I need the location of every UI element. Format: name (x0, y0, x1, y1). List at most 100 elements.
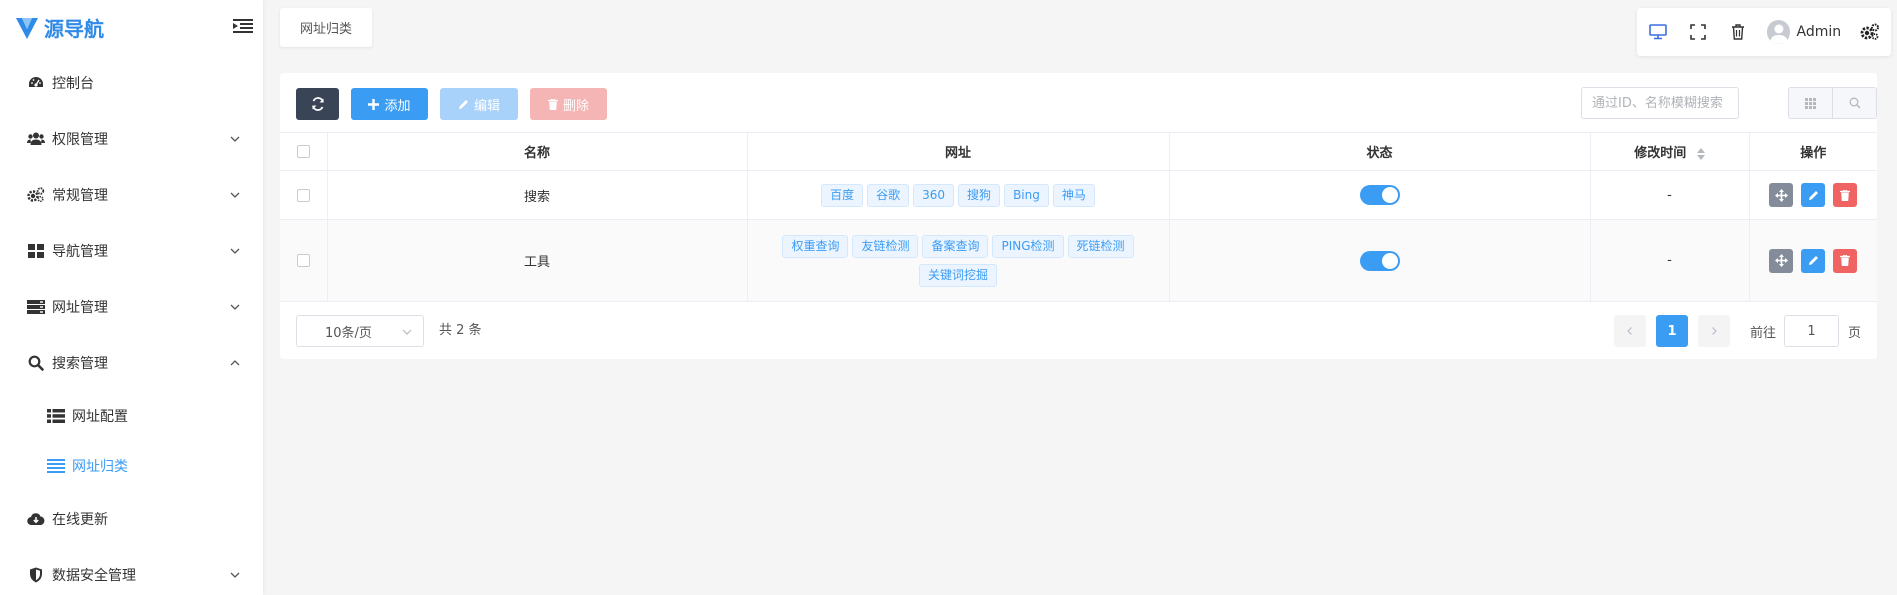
row-delete-button[interactable] (1833, 183, 1858, 207)
url-tag[interactable]: 死链检测 (1067, 234, 1134, 258)
desktop-icon[interactable] (1647, 21, 1669, 43)
column-header-label: 修改时间 (1634, 146, 1687, 161)
url-tag[interactable]: 360 (913, 183, 955, 207)
column-header: 名称 (327, 132, 748, 171)
chevron-down-icon (230, 136, 240, 142)
url-tag[interactable]: 友链检测 (852, 234, 919, 258)
fullscreen-icon[interactable] (1687, 21, 1709, 43)
drag-button[interactable] (1769, 183, 1794, 207)
pencil-icon (1808, 256, 1818, 265)
sidebar: 源导航 控制台 权限管理 常规管理 导航管理 网址管理 搜索管理 网址配置 网址… (0, 0, 263, 595)
url-tag[interactable]: Bing (1004, 183, 1049, 207)
chevron-right-icon (1712, 327, 1717, 335)
sidebar-item-navigation[interactable]: 导航管理 (0, 223, 263, 279)
url-tags-cell: 权重查询 友链检测 备案查询 PING检测 死链检测关键词挖掘 (747, 219, 1170, 302)
status-toggle[interactable] (1359, 250, 1400, 271)
modified-cell: - (1590, 219, 1750, 302)
sidebar-item-general[interactable]: 常规管理 (0, 167, 263, 223)
drag-button[interactable] (1769, 248, 1794, 273)
status-toggle[interactable] (1359, 185, 1400, 205)
page-number-button[interactable]: 1 (1655, 315, 1688, 347)
logo-text: 源导航 (44, 17, 104, 41)
sidebar-item-online-update[interactable]: 在线更新 (0, 491, 263, 547)
chevron-left-icon (1627, 327, 1632, 335)
sidebar-item-dashboard[interactable]: 控制台 (0, 55, 263, 111)
prev-page-button[interactable] (1613, 315, 1646, 347)
menu-collapse-icon[interactable] (233, 18, 253, 34)
url-tag[interactable]: 权重查询 (782, 234, 849, 258)
url-tags-cell: 百度 谷歌 360 搜狗 Bing 神马 (747, 170, 1170, 220)
goto-page-input[interactable] (1783, 315, 1839, 347)
sidebar-item-label: 常规管理 (52, 188, 108, 204)
table-header-row: 名称 网址 状态 修改时间 操作 (280, 132, 1877, 171)
sidebar-item-data-security[interactable]: 数据安全管理 (0, 547, 263, 595)
row-edit-button[interactable] (1801, 183, 1826, 207)
name-cell: 搜索 (327, 170, 748, 220)
row-checkbox[interactable] (296, 188, 310, 202)
pager: 1 前往 页 (1613, 315, 1861, 347)
url-tag[interactable]: 百度 (821, 183, 864, 207)
url-tag[interactable]: 神马 (1052, 183, 1095, 207)
sidebar-subitem-label: 网址配置 (72, 409, 128, 425)
column-header: 状态 (1169, 132, 1591, 171)
sidebar-subitem-url-category[interactable]: 网址归类 (0, 441, 263, 491)
row-checkbox[interactable] (296, 254, 310, 267)
page-unit-label: 页 (1847, 325, 1861, 341)
sidebar-subitem-url-config[interactable]: 网址配置 (0, 391, 263, 441)
sidebar-subitem-label: 网址归类 (72, 459, 128, 475)
url-tag[interactable]: 备案查询 (922, 234, 989, 258)
logo: 源导航 (0, 0, 263, 55)
trash-icon (1840, 189, 1851, 201)
refresh-button[interactable] (296, 88, 339, 120)
select-all-checkbox[interactable] (296, 145, 310, 158)
row-delete-button[interactable] (1833, 248, 1858, 273)
table-row: 工具 权重查询 友链检测 备案查询 PING检测 死链检测关键词挖掘 - (280, 219, 1877, 302)
edit-button[interactable]: 编辑 (440, 88, 518, 120)
logo-v-icon (16, 17, 38, 39)
delete-button[interactable]: 删除 (530, 88, 607, 120)
tab-url-category[interactable]: 网址归类 (280, 8, 373, 47)
move-icon (1774, 254, 1788, 267)
name-cell: 工具 (327, 219, 748, 302)
trash-icon[interactable] (1727, 21, 1749, 43)
avatar[interactable] (1766, 20, 1791, 44)
url-tag[interactable]: 搜狗 (958, 183, 1001, 207)
search-button[interactable] (1832, 88, 1876, 118)
sidebar-item-search-management[interactable]: 搜索管理 (0, 335, 263, 391)
add-button[interactable]: 添加 (351, 88, 428, 120)
row-edit-button[interactable] (1801, 248, 1826, 273)
status-cell (1169, 170, 1591, 220)
bars-icon (46, 456, 66, 476)
add-label: 添加 (384, 98, 411, 114)
sidebar-item-permissions[interactable]: 权限管理 (0, 111, 263, 167)
column-header-sortable[interactable]: 修改时间 (1590, 132, 1750, 171)
grid-view-button[interactable] (1789, 88, 1832, 118)
url-tag[interactable]: 关键词挖掘 (918, 263, 997, 287)
plus-icon (368, 98, 380, 110)
top-toolbar: Admin (1637, 8, 1891, 56)
chevron-down-icon (230, 248, 240, 254)
pagination-bar: 10条/页 共 2 条 1 前往 页 (296, 315, 1861, 347)
url-tag[interactable]: 谷歌 (867, 183, 910, 207)
server-icon (26, 297, 46, 317)
next-page-button[interactable] (1697, 315, 1730, 347)
grid-icon (1805, 97, 1816, 109)
trash-icon (1840, 255, 1851, 266)
actions-cell (1749, 170, 1877, 220)
actions-cell (1749, 219, 1877, 302)
sidebar-item-label: 搜索管理 (52, 356, 108, 372)
pencil-icon (1808, 190, 1818, 200)
delete-label: 删除 (562, 98, 589, 114)
chevron-down-icon (230, 304, 240, 310)
users-icon (26, 129, 46, 149)
user-name[interactable]: Admin (1796, 24, 1841, 40)
sidebar-item-url-management[interactable]: 网址管理 (0, 279, 263, 335)
status-cell (1169, 219, 1591, 302)
page-size-select[interactable]: 10条/页 (296, 315, 424, 347)
settings-icon[interactable] (1859, 21, 1881, 43)
search-input[interactable] (1581, 87, 1739, 119)
search-icon (26, 353, 46, 373)
data-table: 名称 网址 状态 修改时间 操作 搜索 百度 谷歌 360 搜狗 Bing 神马 - (280, 132, 1877, 302)
url-tag[interactable]: PING检测 (992, 234, 1064, 258)
sidebar-item-label: 导航管理 (52, 244, 108, 260)
